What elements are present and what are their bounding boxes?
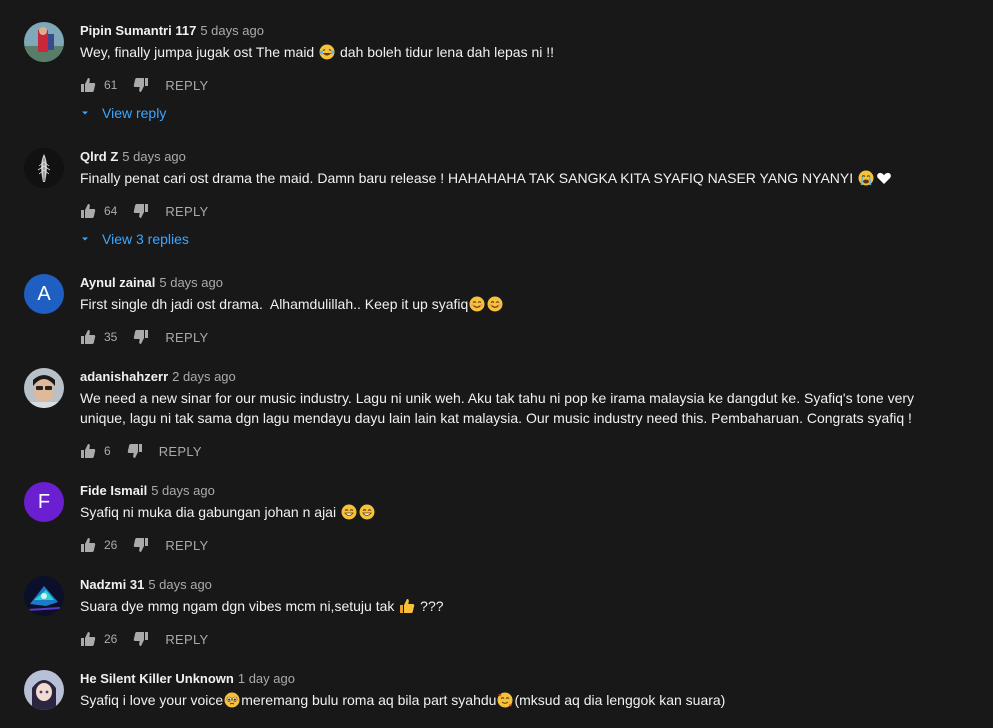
like-count: 26 <box>104 632 118 646</box>
author-name[interactable]: Fide Ismail <box>80 483 147 498</box>
comment-time[interactable]: 1 day ago <box>238 671 295 686</box>
avatar[interactable] <box>24 670 64 710</box>
comment-header: adanishahzerr 2 days ago <box>80 368 236 386</box>
like-count: 35 <box>104 330 118 344</box>
like-icon[interactable] <box>80 537 96 553</box>
hearts-face-emoji-icon <box>497 692 513 708</box>
comment-text: First single dh jadi ost drama. Alhamdul… <box>80 294 940 314</box>
reply-button[interactable]: REPLY <box>165 538 208 553</box>
comment-header: Aynul zainal 5 days ago <box>80 274 223 292</box>
author-name[interactable]: He Silent Killer Unknown <box>80 671 234 686</box>
view-replies-toggle[interactable]: View 3 replies <box>80 229 189 249</box>
comment-header: Qlrd Z 5 days ago <box>80 148 186 166</box>
avatar-letter: A <box>37 282 51 305</box>
dislike-icon[interactable] <box>133 537 149 553</box>
comment-time[interactable]: 5 days ago <box>122 149 186 164</box>
avatar[interactable] <box>24 22 64 62</box>
comment-text: Syafiq i love your voice meremang bulu ro… <box>80 692 726 708</box>
avatar-anime-icon <box>24 670 64 710</box>
avatar[interactable] <box>24 148 64 188</box>
comment-header: Pipin Sumantri 117 5 days ago <box>80 22 264 40</box>
comment-header: Fide Ismail 5 days ago <box>80 482 215 500</box>
reply-button[interactable]: REPLY <box>165 632 208 647</box>
view-replies-label: View reply <box>102 105 167 121</box>
author-name[interactable]: Pipin Sumantri 117 <box>80 23 196 38</box>
comment-text: Finally penat cari ost drama the maid. D… <box>80 168 940 188</box>
avatar[interactable]: A <box>24 274 64 314</box>
like-icon[interactable] <box>80 631 96 647</box>
comment-text: We need a new sinar for our music indust… <box>80 390 918 426</box>
comment-time[interactable]: 5 days ago <box>159 275 223 290</box>
view-replies-label: View 3 replies <box>102 231 189 247</box>
view-replies-toggle[interactable]: View reply <box>80 103 166 123</box>
comment-actions: 61 REPLY <box>80 75 209 95</box>
grinning-emoji-icon <box>359 504 375 520</box>
like-icon[interactable] <box>80 443 96 459</box>
comment-header: Nadzmi 31 5 days ago <box>80 576 212 594</box>
comment-text: Syafiq ni muka dia gabungan johan n ajai <box>80 502 940 522</box>
crying-emoji-icon <box>858 170 874 186</box>
reply-button[interactable]: REPLY <box>159 444 202 459</box>
comment-text: Suara dye mmg ngam dgn vibes mcm ni,setu… <box>80 598 444 614</box>
author-name[interactable]: Nadzmi 31 <box>80 577 144 592</box>
dislike-icon[interactable] <box>133 77 149 93</box>
author-name[interactable]: adanishahzerr <box>80 369 168 384</box>
smiling-emoji-icon <box>469 296 485 312</box>
comment-actions: 26 REPLY <box>80 535 209 555</box>
feather-avatar-icon <box>24 148 64 188</box>
grinning-emoji-icon <box>341 504 357 520</box>
like-count: 6 <box>104 444 111 458</box>
comment-text: Wey, finally jumpa jugak ost The maid da… <box>80 44 555 60</box>
avatar[interactable] <box>24 368 64 408</box>
comment-time[interactable]: 2 days ago <box>172 369 236 384</box>
like-count: 26 <box>104 538 118 552</box>
like-icon[interactable] <box>80 77 96 93</box>
like-icon[interactable] <box>80 203 96 219</box>
comment-actions: 35 REPLY <box>80 327 209 347</box>
avatar-letter: F <box>37 490 51 513</box>
reply-button[interactable]: REPLY <box>165 204 208 219</box>
avatar-game-art-icon <box>24 576 64 616</box>
caret-down-icon <box>80 108 90 118</box>
comment-header: He Silent Killer Unknown 1 day ago <box>80 670 295 688</box>
smiling-emoji-icon <box>487 296 503 312</box>
comment-actions: 26 REPLY <box>80 629 209 649</box>
comment-actions: 6 REPLY <box>80 441 202 461</box>
like-count: 61 <box>104 78 118 92</box>
reply-button[interactable]: REPLY <box>165 78 208 93</box>
avatar[interactable] <box>24 576 64 616</box>
dislike-icon[interactable] <box>133 329 149 345</box>
avatar-photo-icon <box>24 22 64 62</box>
white-heart-emoji-icon <box>877 172 891 184</box>
dislike-icon[interactable] <box>127 443 143 459</box>
thumbs-up-emoji-icon <box>400 599 415 613</box>
pleading-emoji-icon <box>224 692 240 708</box>
comment-time[interactable]: 5 days ago <box>148 577 212 592</box>
avatar-photo-icon <box>24 368 64 408</box>
comment-time[interactable]: 5 days ago <box>151 483 215 498</box>
reply-button[interactable]: REPLY <box>165 330 208 345</box>
like-icon[interactable] <box>80 329 96 345</box>
dislike-icon[interactable] <box>133 203 149 219</box>
dislike-icon[interactable] <box>133 631 149 647</box>
like-count: 64 <box>104 204 118 218</box>
author-name[interactable]: Qlrd Z <box>80 149 118 164</box>
caret-down-icon <box>80 234 90 244</box>
laughing-tears-emoji-icon <box>319 44 335 60</box>
author-name[interactable]: Aynul zainal <box>80 275 155 290</box>
comment-time[interactable]: 5 days ago <box>200 23 264 38</box>
comment-actions: 64 REPLY <box>80 201 209 221</box>
avatar[interactable]: F <box>24 482 64 522</box>
